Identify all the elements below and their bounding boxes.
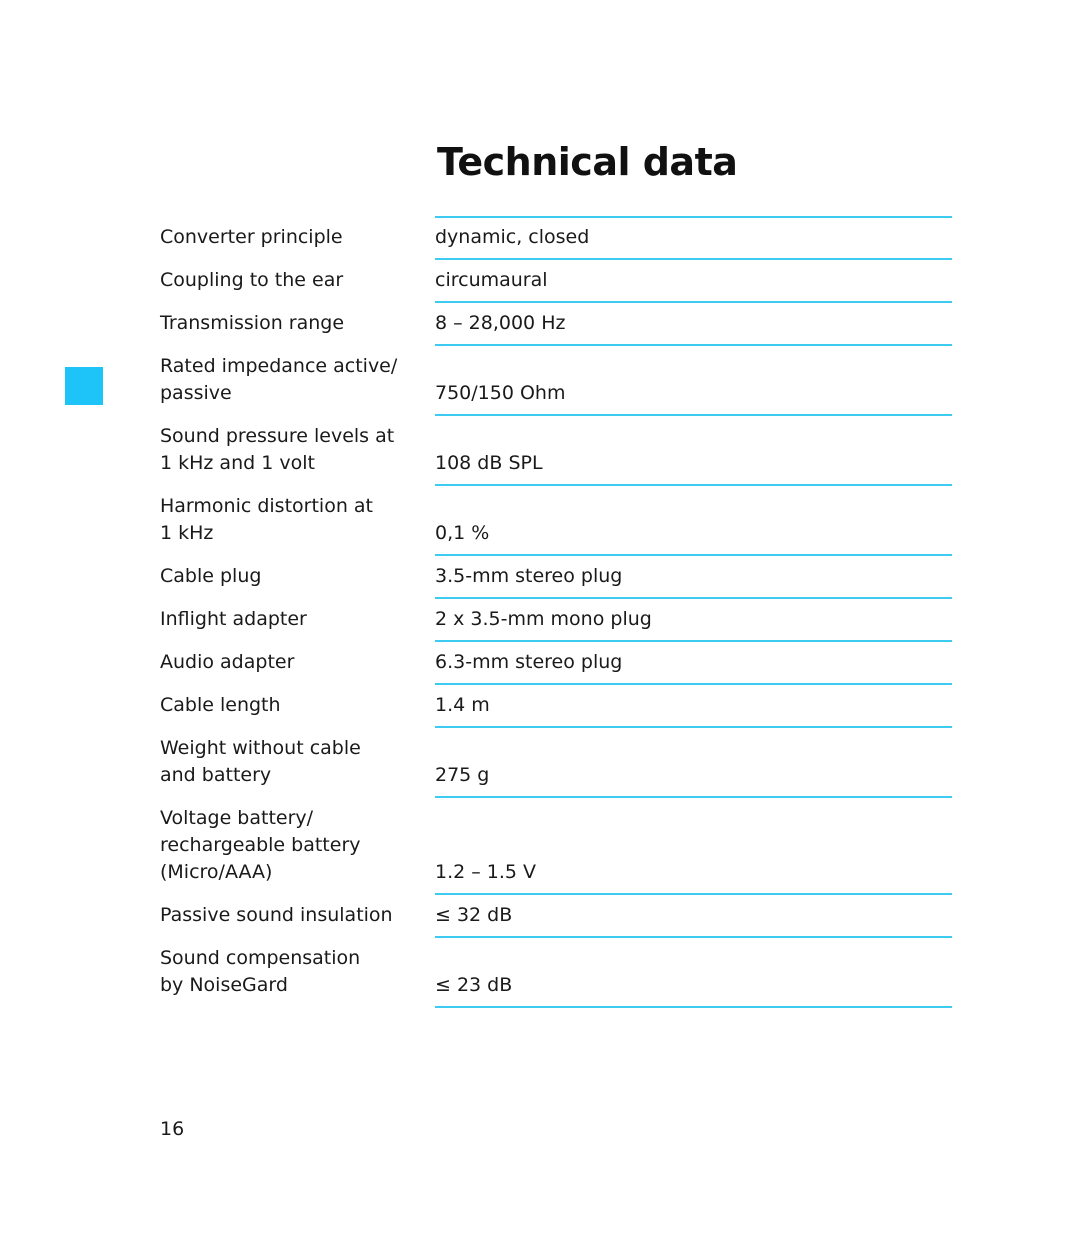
spec-value: ≤ 23 dB [435,937,952,1008]
spec-label: Inflight adapter [160,608,307,630]
spec-label: Harmonic distortion at 1 kHz [160,495,373,544]
spec-label: Transmission range [160,312,345,334]
spec-value: 108 dB SPL [435,415,952,486]
spec-value: 3.5-mm stereo plug [435,555,952,599]
spec-label: Cable plug [160,565,262,587]
spec-row: Voltage battery/ rechargeable battery (M… [160,797,952,895]
spec-value: ≤ 32 dB [435,894,952,938]
spec-label: Passive sound insulation [160,904,393,926]
spec-table: Converter principle dynamic, closed Coupl… [160,216,952,1008]
spec-value: 275 g [435,727,952,798]
spec-label: Audio adapter [160,651,295,673]
spec-row: Coupling to the ear circumaural [160,259,952,303]
spec-row: Inflight adapter 2 x 3.5-mm mono plug [160,598,952,642]
spec-value: 2 x 3.5-mm mono plug [435,598,952,642]
page-title: Technical data [437,140,738,184]
spec-label: Sound compensation by NoiseGard [160,947,361,996]
spec-value: 1.2 – 1.5 V [435,797,952,895]
spec-row: Harmonic distortion at 1 kHz 0,1 % [160,485,952,556]
spec-label: Cable length [160,694,281,716]
page-number: 16 [160,1118,185,1140]
spec-label: Converter principle [160,226,343,248]
spec-row: Weight without cable and battery 275 g [160,727,952,798]
spec-row: Rated impedance active/ passive 750/150 O… [160,345,952,416]
spec-label: Sound pressure levels at 1 kHz and 1 vol… [160,425,395,474]
spec-label: Voltage battery/ rechargeable battery (M… [160,807,361,883]
spec-row: Audio adapter 6.3-mm stereo plug [160,641,952,685]
spec-row: Passive sound insulation ≤ 32 dB [160,894,952,938]
spec-label: Weight without cable and battery [160,737,361,786]
spec-value: 0,1 % [435,485,952,556]
spec-value: 8 – 28,000 Hz [435,302,952,346]
spec-row: Cable plug 3.5-mm stereo plug [160,555,952,599]
spec-row: Transmission range 8 – 28,000 Hz [160,302,952,346]
spec-label: Coupling to the ear [160,269,344,291]
spec-row: Sound pressure levels at 1 kHz and 1 vol… [160,415,952,486]
section-marker [65,367,103,405]
spec-row: Sound compensation by NoiseGard ≤ 23 dB [160,937,952,1008]
spec-row: Cable length 1.4 m [160,684,952,728]
spec-value: dynamic, closed [435,216,952,260]
spec-label: Rated impedance active/ passive [160,355,398,404]
spec-value: 6.3-mm stereo plug [435,641,952,685]
spec-row: Converter principle dynamic, closed [160,216,952,260]
spec-value: 1.4 m [435,684,952,728]
spec-value: circumaural [435,259,952,303]
spec-value: 750/150 Ohm [435,345,952,416]
